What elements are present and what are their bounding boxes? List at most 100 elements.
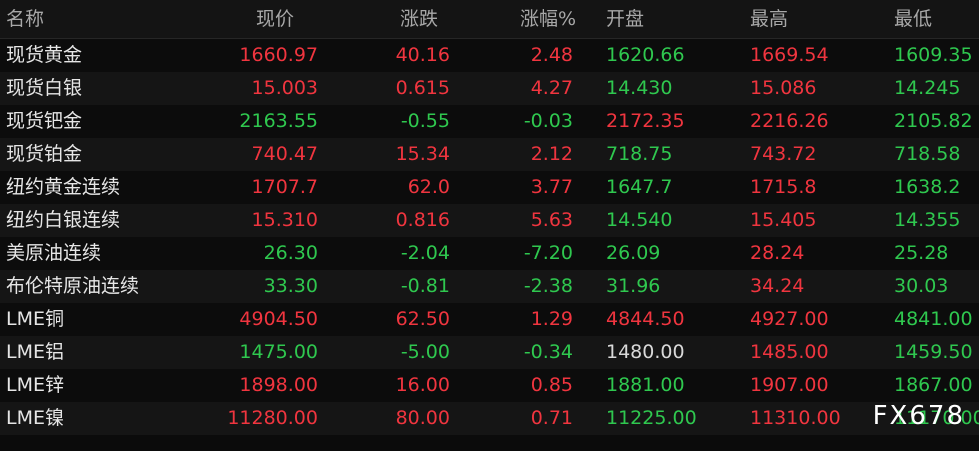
cell-low: 30.03: [894, 275, 949, 297]
cell-price: 1898.00: [239, 374, 318, 396]
table-row[interactable]: LME铝 1475.00 -5.00 -0.34 1480.00 1485.00 1459.…: [0, 336, 979, 369]
cell-name: 美原油连续: [6, 242, 102, 264]
cell-price: 740.47: [251, 143, 318, 165]
column-header-low[interactable]: 最低: [894, 0, 979, 38]
cell-high: 28.24: [750, 242, 805, 264]
table-body: 现货黄金 1660.97 40.16 2.48 1620.66 1669.54 1609.3…: [0, 39, 979, 435]
cell-name: LME铝: [6, 341, 64, 363]
cell-price: 1475.00: [239, 341, 318, 363]
cell-low: 2105.82: [894, 110, 973, 132]
table-row[interactable]: 美原油连续 26.30 -2.04 -7.20 26.09 28.24 25.28: [0, 237, 979, 270]
cell-open: 718.75: [606, 143, 673, 165]
cell-high: 1907.00: [750, 374, 829, 396]
cell-name: 布伦特原油连续: [6, 275, 140, 297]
table-row[interactable]: 现货钯金 2163.55 -0.55 -0.03 2172.35 2216.26 2105.…: [0, 105, 979, 138]
cell-pct: -0.34: [523, 341, 573, 363]
cell-pct: 1.29: [530, 308, 573, 330]
cell-high: 743.72: [750, 143, 817, 165]
cell-price: 15.310: [251, 209, 318, 231]
cell-price: 4904.50: [239, 308, 318, 330]
cell-open: 1480.00: [606, 341, 685, 363]
cell-low: 25.28: [894, 242, 949, 264]
cell-pct: 0.71: [530, 407, 573, 429]
cell-name: 现货铂金: [6, 143, 83, 165]
table-row[interactable]: 现货白银 15.003 0.615 4.27 14.430 15.086 14.245: [0, 72, 979, 105]
table-row[interactable]: 纽约白银连续 15.310 0.816 5.63 14.540 15.405 14.355: [0, 204, 979, 237]
column-header-name[interactable]: 名称: [6, 0, 206, 38]
cell-pct: -0.03: [523, 110, 573, 132]
cell-high: 15.405: [750, 209, 817, 231]
cell-open: 14.430: [606, 77, 673, 99]
cell-pct: 4.27: [530, 77, 573, 99]
cell-price: 26.30: [263, 242, 318, 264]
cell-open: 14.540: [606, 209, 673, 231]
cell-low: 1638.2: [894, 176, 961, 198]
table-row[interactable]: LME镍 11280.00 80.00 0.71 11225.00 11310.00 111…: [0, 402, 979, 435]
cell-high: 4927.00: [750, 308, 829, 330]
cell-change: -0.81: [400, 275, 450, 297]
cell-high: 1669.54: [750, 44, 829, 66]
cell-price: 11280.00: [227, 407, 318, 429]
cell-high: 1485.00: [750, 341, 829, 363]
cell-high: 1715.8: [750, 176, 817, 198]
cell-change: 0.615: [395, 77, 450, 99]
cell-name: 现货白银: [6, 77, 83, 99]
cell-open: 31.96: [606, 275, 661, 297]
cell-name: 现货钯金: [6, 110, 83, 132]
cell-open: 11225.00: [606, 407, 697, 429]
cell-change: 0.816: [395, 209, 450, 231]
table-row[interactable]: 现货铂金 740.47 15.34 2.12 718.75 743.72 718.58: [0, 138, 979, 171]
table-row[interactable]: 布伦特原油连续 33.30 -0.81 -2.38 31.96 34.24 30.03: [0, 270, 979, 303]
cell-open: 4844.50: [606, 308, 685, 330]
cell-pct: -7.20: [523, 242, 573, 264]
table-row[interactable]: 现货黄金 1660.97 40.16 2.48 1620.66 1669.54 1609.3…: [0, 39, 979, 72]
cell-change: -0.55: [400, 110, 450, 132]
watermark-logo: FX678: [872, 401, 965, 431]
column-header-pct[interactable]: 涨幅%: [520, 0, 576, 38]
cell-pct: 3.77: [530, 176, 573, 198]
cell-pct: 0.85: [530, 374, 573, 396]
table-row[interactable]: LME铜 4904.50 62.50 1.29 4844.50 4927.00 4841.0…: [0, 303, 979, 336]
market-quote-table: 名称 现价 涨跌 涨幅% 开盘 最高 最低 现货黄金 1660.97 40.16 2.…: [0, 0, 979, 451]
table-row[interactable]: 纽约黄金连续 1707.7 62.0 3.77 1647.7 1715.8 1638.2: [0, 171, 979, 204]
table-row[interactable]: LME锌 1898.00 16.00 0.85 1881.00 1907.00 1867.0…: [0, 369, 979, 402]
cell-high: 11310.00: [750, 407, 841, 429]
cell-high: 15.086: [750, 77, 817, 99]
cell-pct: -2.38: [523, 275, 573, 297]
cell-price: 1707.7: [251, 176, 318, 198]
cell-low: 1609.35: [894, 44, 973, 66]
cell-low: 4841.00: [894, 308, 973, 330]
cell-low: 14.355: [894, 209, 961, 231]
column-header-high[interactable]: 最高: [750, 0, 880, 38]
cell-name: 纽约白银连续: [6, 209, 121, 231]
column-header-open[interactable]: 开盘: [606, 0, 736, 38]
cell-pct: 5.63: [530, 209, 573, 231]
cell-change: 15.34: [395, 143, 450, 165]
cell-low: 14.245: [894, 77, 961, 99]
cell-open: 26.09: [606, 242, 661, 264]
cell-open: 1881.00: [606, 374, 685, 396]
cell-change: 62.0: [407, 176, 450, 198]
cell-pct: 2.48: [530, 44, 573, 66]
cell-low: 1459.50: [894, 341, 973, 363]
cell-change: 80.00: [395, 407, 450, 429]
cell-name: LME镍: [6, 407, 64, 429]
cell-name: LME铜: [6, 308, 64, 330]
cell-pct: 2.12: [530, 143, 573, 165]
cell-name: LME锌: [6, 374, 64, 396]
cell-name: 纽约黄金连续: [6, 176, 121, 198]
cell-open: 2172.35: [606, 110, 685, 132]
cell-open: 1620.66: [606, 44, 685, 66]
cell-change: 40.16: [395, 44, 450, 66]
cell-open: 1647.7: [606, 176, 673, 198]
cell-name: 现货黄金: [6, 44, 83, 66]
column-header-change[interactable]: 涨跌: [400, 0, 438, 38]
cell-change: 16.00: [395, 374, 450, 396]
cell-change: -2.04: [400, 242, 450, 264]
cell-low: 1867.00: [894, 374, 973, 396]
column-header-price[interactable]: 现价: [256, 0, 294, 38]
cell-low: 718.58: [894, 143, 961, 165]
cell-price: 2163.55: [239, 110, 318, 132]
cell-high: 2216.26: [750, 110, 829, 132]
cell-high: 34.24: [750, 275, 805, 297]
